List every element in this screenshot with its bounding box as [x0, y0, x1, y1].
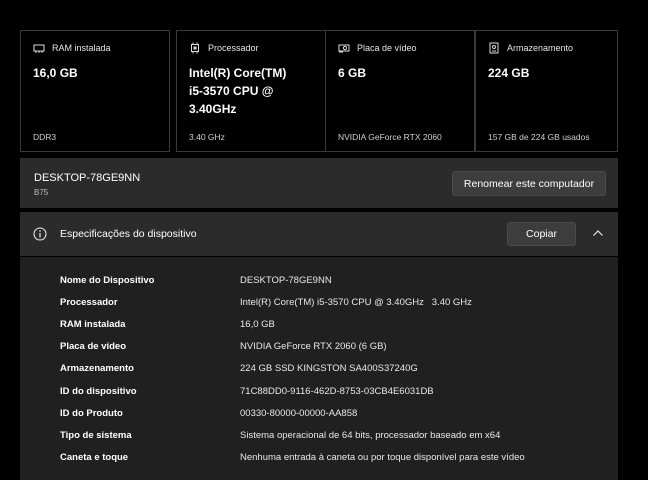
gpu-icon [338, 44, 350, 53]
card-label: Processador [208, 43, 259, 53]
card-header: Processador [189, 42, 259, 54]
card-subtext: NVIDIA GeForce RTX 2060 [338, 132, 442, 142]
spec-value: 224 GB SSD KINGSTON SA400S37240G [240, 362, 418, 374]
spec-value: 71C88DD0-9116-462D-8753-03CB4E6031DB [240, 385, 434, 397]
card-value-line: 3.40GHz [189, 102, 237, 116]
card-label: RAM instalada [52, 43, 111, 53]
spec-row-device-id: ID do dispositivo 71C88DD0-9116-462D-875… [60, 380, 434, 402]
spec-value: NVIDIA GeForce RTX 2060 (6 GB) [240, 340, 387, 352]
card-value: 224 GB [488, 66, 530, 80]
device-name: DESKTOP-78GE9NN [34, 172, 141, 184]
ram-icon [33, 44, 45, 53]
storage-icon [489, 42, 499, 54]
spec-row-pen-touch: Caneta e toque Nenhuma entrada à caneta … [60, 446, 525, 468]
copy-button[interactable]: Copiar [507, 222, 576, 246]
card-value: 16,0 GB [33, 66, 78, 80]
spec-value: DESKTOP-78GE9NN [240, 274, 332, 286]
spec-value: Sistema operacional de 64 bits, processa… [240, 429, 501, 441]
chevron-up-icon[interactable] [592, 228, 604, 238]
card-subtext: 157 GB de 224 GB usados [488, 132, 590, 142]
spec-row-ram: RAM instalada 16,0 GB [60, 313, 275, 335]
card-ram: RAM instalada 16,0 GB DDR3 [20, 30, 170, 152]
info-icon [33, 227, 47, 241]
spec-value: Intel(R) Core(TM) i5-3570 CPU @ 3.40GHz … [240, 296, 472, 308]
spec-row-system-type: Tipo de sistema Sistema operacional de 6… [60, 424, 500, 446]
card-subtext: DDR3 [33, 132, 57, 142]
spec-key: Processador [60, 296, 118, 308]
spec-key: Caneta e toque [60, 451, 129, 463]
card-header: Armazenamento [488, 42, 573, 54]
card-value: Intel(R) Core(TM) i5-3570 CPU @ 3.40GHz [189, 64, 286, 118]
card-subtext: 3.40 GHz [189, 132, 225, 142]
processor-icon [191, 42, 199, 54]
card-value-line: i5-3570 CPU @ [189, 84, 274, 98]
spec-row-processor: Processador Intel(R) Core(TM) i5-3570 CP… [60, 291, 472, 313]
spec-row-storage: Armazenamento 224 GB SSD KINGSTON SA400S… [60, 357, 418, 379]
spec-key: Tipo de sistema [60, 429, 132, 441]
spec-key: Armazenamento [60, 362, 134, 374]
card-value-line: Intel(R) Core(TM) [189, 66, 287, 80]
spec-value: 00330-80000-00000-AA858 [240, 407, 358, 419]
device-model: B75 [34, 188, 49, 197]
spec-key: Nome do Dispositivo [60, 274, 155, 286]
spec-key: RAM instalada [60, 318, 126, 330]
spec-value: 16,0 GB [240, 318, 275, 330]
card-header: RAM instalada [33, 42, 111, 54]
card-gpu: Placa de vídeo 6 GB NVIDIA GeForce RTX 2… [325, 30, 475, 152]
spec-row-gpu: Placa de vídeo NVIDIA GeForce RTX 2060 (… [60, 335, 387, 357]
card-label: Placa de vídeo [357, 43, 417, 53]
device-name-bar: DESKTOP-78GE9NN B75 Renomear este comput… [20, 158, 618, 208]
summary-cards: RAM instalada 16,0 GB DDR3 Processador I… [20, 30, 618, 152]
device-specs-list: Nome do Dispositivo DESKTOP-78GE9NN Proc… [20, 257, 618, 480]
card-header: Placa de vídeo [338, 42, 417, 54]
rename-computer-button[interactable]: Renomear este computador [452, 171, 606, 196]
device-specs-title: Especificações do dispositivo [60, 228, 197, 240]
spec-row-device-name: Nome do Dispositivo DESKTOP-78GE9NN [60, 269, 332, 291]
spec-key: ID do dispositivo [60, 385, 137, 397]
card-label: Armazenamento [507, 43, 574, 53]
spec-key: Placa de vídeo [60, 340, 127, 352]
spec-row-product-id: ID do Produto 00330-80000-00000-AA858 [60, 402, 357, 424]
device-specs-header[interactable]: Especificações do dispositivo Copiar [20, 212, 618, 256]
card-storage: Armazenamento 224 GB 157 GB de 224 GB us… [475, 30, 618, 152]
spec-value: Nenhuma entrada à caneta ou por toque di… [240, 451, 525, 463]
card-processor: Processador Intel(R) Core(TM) i5-3570 CP… [176, 30, 326, 152]
spec-key: ID do Produto [60, 407, 123, 419]
card-value: 6 GB [338, 66, 367, 80]
